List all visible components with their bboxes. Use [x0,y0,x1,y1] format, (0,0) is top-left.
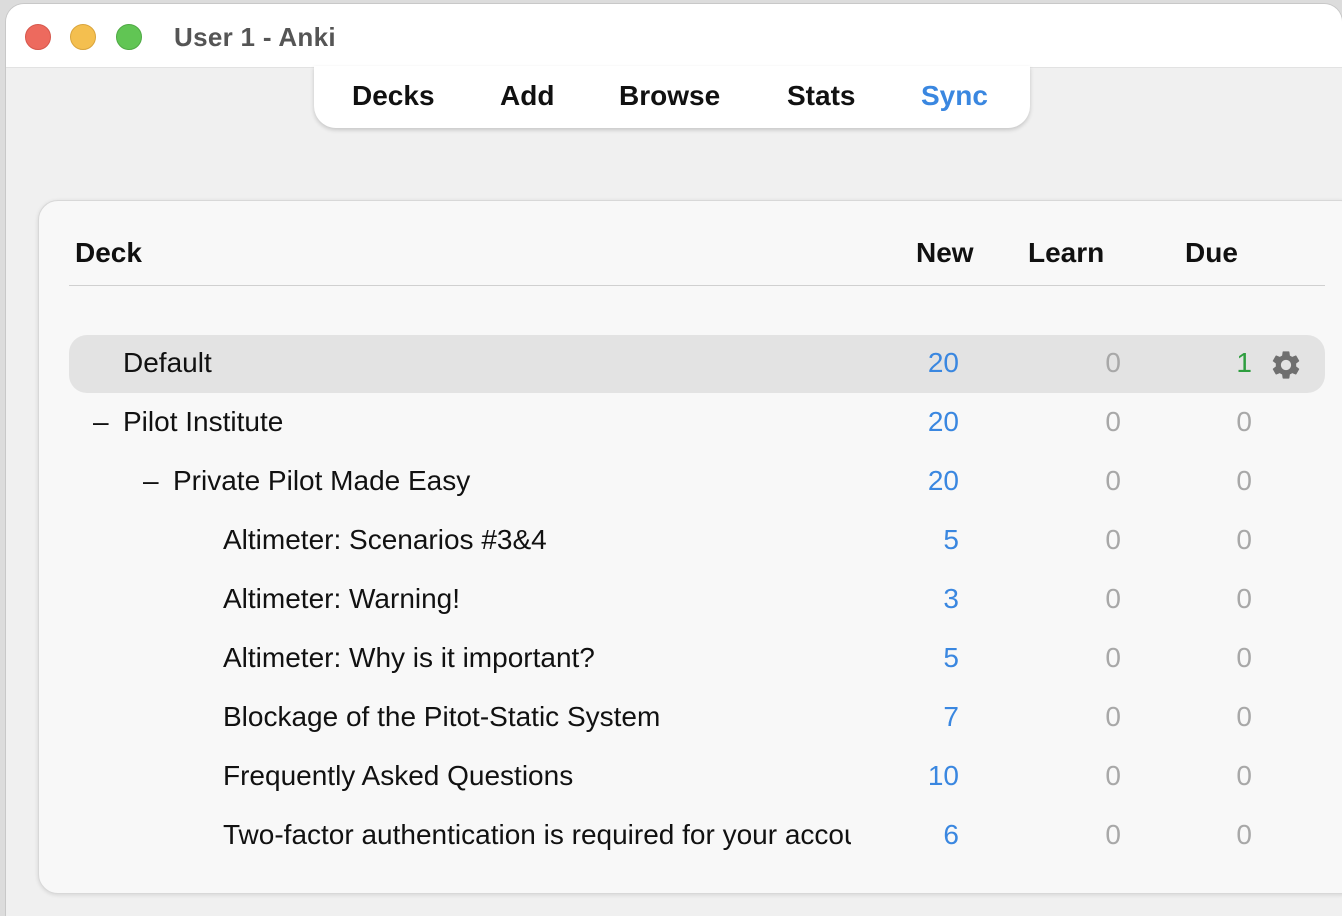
new-count: 7 [943,701,959,732]
learn-count: 0 [1105,465,1121,496]
anki-main-window: User 1 - Anki Decks Add Browse Stats Syn… [6,4,1342,916]
learn-count: 0 [1105,760,1121,791]
learn-count: 0 [1105,583,1121,614]
window-title: User 1 - Anki [174,22,336,52]
new-count: 20 [927,406,959,437]
minimize-window-button[interactable] [70,24,96,50]
new-count: 3 [943,583,959,614]
learn-count: 0 [1105,406,1121,437]
deck-name[interactable]: Default [123,347,851,379]
deck-name[interactable]: Frequently Asked Questions [223,760,851,792]
due-count: 0 [1236,701,1252,732]
deck-row[interactable]: – Pilot Institute 20 0 0 [69,394,1325,452]
deck-row[interactable]: Frequently Asked Questions 10 0 0 [69,748,1325,806]
new-count: 6 [943,819,959,850]
deck-name[interactable]: Altimeter: Why is it important? [223,642,851,674]
deck-row[interactable]: Altimeter: Warning! 3 0 0 [69,571,1325,629]
main-toolbar: Decks Add Browse Stats Sync [314,66,1030,128]
browse-button[interactable]: Browse [619,80,720,112]
deck-row[interactable]: Altimeter: Why is it important? 5 0 0 [69,630,1325,688]
new-count: 5 [943,524,959,555]
deck-name[interactable]: Private Pilot Made Easy [173,465,851,497]
deck-row[interactable]: Altimeter: Scenarios #3&4 5 0 0 [69,512,1325,570]
new-column-header: New [916,237,974,268]
learn-count: 0 [1105,701,1121,732]
new-count: 20 [927,465,959,496]
due-count: 0 [1236,642,1252,673]
new-count: 10 [927,760,959,791]
deck-list-panel: Deck New Learn Due Default 20 0 1– Pilot Ins… [38,200,1342,894]
due-column-header: Due [1185,237,1238,268]
stats-button[interactable]: Stats [787,80,855,112]
due-count: 0 [1236,465,1252,496]
add-button[interactable]: Add [500,80,554,112]
learn-count: 0 [1105,642,1121,673]
learn-count: 0 [1105,524,1121,555]
decks-button[interactable]: Decks [352,80,435,112]
due-count: 0 [1236,524,1252,555]
learn-count: 0 [1105,819,1121,850]
due-count: 0 [1236,406,1252,437]
learn-count: 0 [1105,347,1121,378]
close-window-button[interactable] [25,24,51,50]
deck-column-header: Deck [75,237,142,268]
deck-name[interactable]: Altimeter: Warning! [223,583,851,615]
deck-name[interactable]: Altimeter: Scenarios #3&4 [223,524,851,556]
deck-row[interactable]: – Private Pilot Made Easy 20 0 0 [69,453,1325,511]
learn-column-header: Learn [1028,237,1105,268]
due-count: 0 [1236,819,1252,850]
zoom-window-button[interactable] [116,24,142,50]
header-divider [69,285,1325,286]
new-count: 20 [927,347,959,378]
collapse-toggle[interactable]: – [93,406,109,438]
new-count: 5 [943,642,959,673]
due-count: 0 [1236,583,1252,614]
collapse-toggle[interactable]: – [143,465,159,497]
deck-row[interactable]: Blockage of the Pitot-Static System 7 0 0 [69,689,1325,747]
deck-name[interactable]: Blockage of the Pitot-Static System [223,701,851,733]
title-bar: User 1 - Anki [6,4,1342,68]
deck-name[interactable]: Two-factor authentication is required fo… [223,819,851,851]
deck-name[interactable]: Pilot Institute [123,406,851,438]
sync-button[interactable]: Sync [921,80,988,112]
gear-icon[interactable] [1269,348,1303,382]
due-count: 1 [1236,347,1252,378]
due-count: 0 [1236,760,1252,791]
deck-row-current[interactable]: Default 20 0 1 [69,335,1325,393]
deck-row[interactable]: Two-factor authentication is required fo… [69,807,1325,865]
